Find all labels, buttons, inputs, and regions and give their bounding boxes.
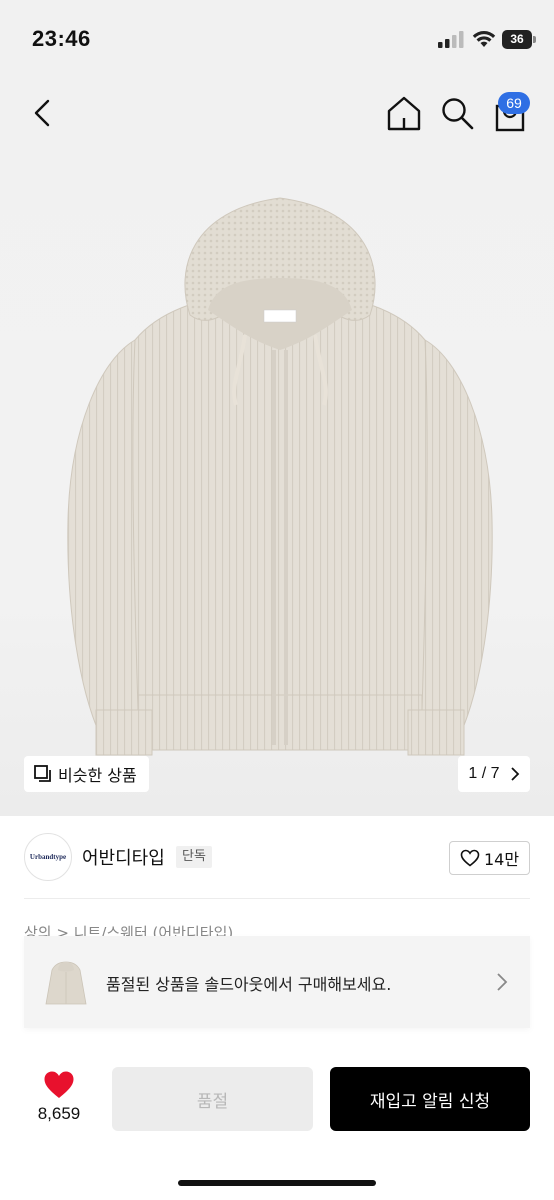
home-indicator	[178, 1180, 376, 1186]
battery-indicator: 36	[502, 30, 536, 49]
cart-count-badge: 69	[498, 92, 530, 114]
bottom-action-bar: 8,659 품절 재입고 알림 신청	[0, 1040, 554, 1200]
similar-products-label: 비슷한 상품	[58, 766, 137, 785]
heart-filled-icon[interactable]	[43, 1070, 75, 1100]
back-arrow-icon[interactable]	[26, 96, 60, 130]
soldout-promo-banner[interactable]: 품절된 상품을 솔드아웃에서 구매해보세요.	[24, 936, 530, 1028]
brand-name[interactable]: 어반디타입	[82, 844, 165, 870]
exclusive-badge: 단독	[176, 846, 212, 868]
product-photo	[67, 197, 493, 756]
divider	[24, 898, 530, 899]
brand-logo[interactable]: Urbandtype	[24, 833, 72, 881]
soldout-button[interactable]: 품절	[112, 1067, 313, 1131]
status-bar: 23:46 36	[0, 0, 554, 80]
restock-alert-button[interactable]: 재입고 알림 신청	[330, 1067, 530, 1131]
product-image-gallery[interactable]: 69 비슷한 상품 1 / 7	[0, 80, 554, 816]
similar-products-button[interactable]: 비슷한 상품	[24, 756, 149, 792]
similar-products-icon	[34, 765, 51, 782]
cellular-signal-icon	[438, 31, 464, 48]
status-time: 23:46	[32, 26, 91, 51]
search-icon[interactable]	[438, 94, 476, 132]
brand-like-count: 14만	[483, 850, 520, 869]
image-counter-button[interactable]: 1 / 7	[458, 756, 530, 792]
brand-like-button[interactable]: 14만	[449, 841, 530, 875]
wifi-icon	[472, 31, 496, 47]
chevron-right-icon	[510, 767, 519, 781]
battery-level: 36	[502, 30, 532, 49]
chevron-right-icon	[497, 973, 508, 991]
brand-row[interactable]: Urbandtype 어반디타입 단독 14만	[0, 816, 554, 900]
battery-cap	[533, 36, 536, 43]
wishlist-count: 8,659	[37, 1104, 81, 1123]
soldout-promo-text: 품절된 상품을 솔드아웃에서 구매해보세요.	[106, 975, 392, 994]
heart-outline-icon	[460, 849, 480, 867]
home-icon[interactable]	[384, 94, 424, 132]
image-counter: 1 / 7	[468, 765, 500, 782]
product-thumbnail	[45, 961, 87, 1005]
